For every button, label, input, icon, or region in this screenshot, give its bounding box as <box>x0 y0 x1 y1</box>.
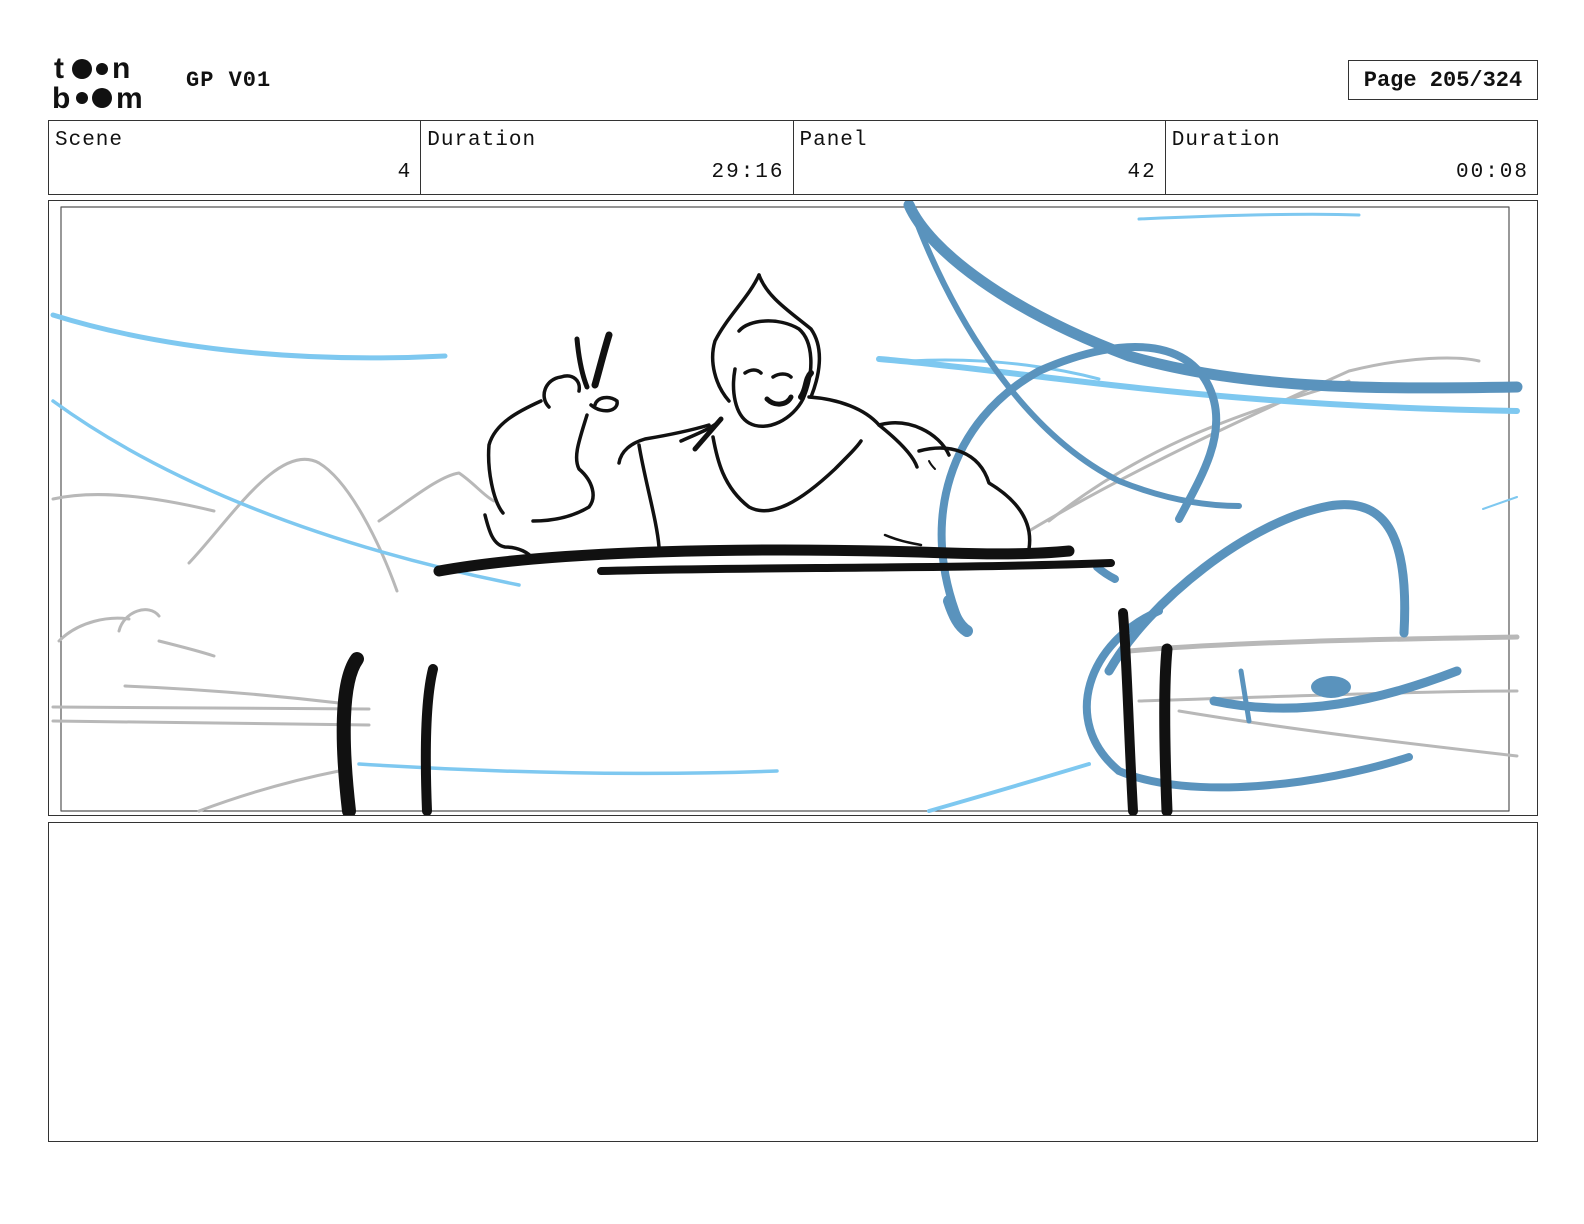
svg-text:n: n <box>112 52 130 85</box>
toon-boom-logo: t n b m <box>52 52 164 115</box>
svg-text:b: b <box>52 82 70 110</box>
background-sketch <box>51 356 1520 813</box>
scene-value: 4 <box>397 161 413 184</box>
panel-duration-value: 00:08 <box>1455 161 1529 184</box>
svg-text:t: t <box>54 52 64 85</box>
panel-sketch <box>50 201 1523 815</box>
scene-duration-label: Duration <box>427 129 537 152</box>
storyboard-panel <box>48 200 1538 816</box>
scene-cell: Scene 4 <box>49 121 422 194</box>
scene-label: Scene <box>55 129 124 152</box>
panel-notes-area[interactable] <box>48 822 1538 1142</box>
scene-duration-cell: Duration 29:16 <box>421 121 794 194</box>
svg-text:m: m <box>116 82 143 110</box>
inner-frame <box>60 206 1510 812</box>
character-sketch <box>336 273 1173 815</box>
panel-info-bar: Scene 4 Duration 29:16 Panel 42 Duration… <box>48 120 1538 195</box>
panel-label: Panel <box>799 129 868 152</box>
panel-cell: Panel 42 <box>794 121 1166 194</box>
foreground-strokes <box>903 201 1523 792</box>
panel-value: 42 <box>1127 161 1157 184</box>
panel-duration-cell: Duration 00:08 <box>1166 121 1537 194</box>
panel-duration-label: Duration <box>1171 129 1281 152</box>
page-indicator: Page 205/324 <box>1348 60 1538 100</box>
scene-duration-value: 29:16 <box>711 161 785 184</box>
document-title: GP V01 <box>186 68 272 93</box>
